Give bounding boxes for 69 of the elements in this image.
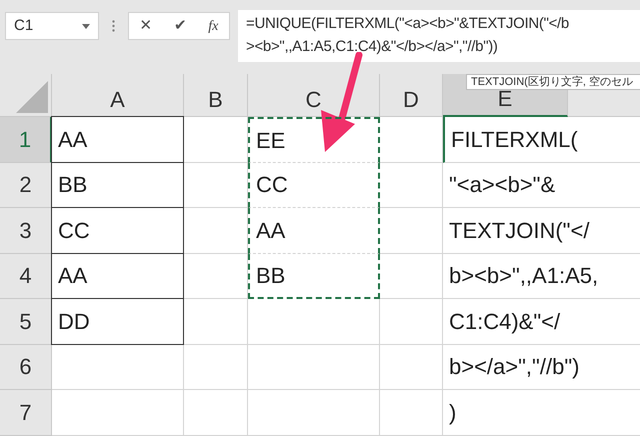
table-cell[interactable]: "<a><b>"&: [443, 162, 640, 208]
cell-text: CC: [58, 216, 90, 245]
cell-text: AA: [58, 126, 88, 154]
column-header[interactable]: C: [248, 74, 380, 117]
table-cell[interactable]: [380, 117, 443, 162]
table-cell[interactable]: [184, 299, 248, 344]
table-cell[interactable]: CC: [51, 207, 184, 254]
caret-icon: [82, 24, 90, 28]
formula-text-line: "<a><b>"&: [449, 171, 556, 200]
table-cell[interactable]: [380, 208, 443, 254]
formula-text-line: C1:C4)&"</: [449, 308, 560, 336]
formula-text-line: TEXTJOIN("</: [449, 216, 590, 245]
table-cell[interactable]: b><b>",,A1:A5,: [443, 254, 640, 299]
copied-cell[interactable]: BB: [248, 254, 380, 299]
table-cell[interactable]: C1:C4)&"</: [443, 299, 640, 344]
table-cell[interactable]: [184, 208, 248, 254]
table-cell[interactable]: [380, 299, 443, 344]
copied-cell[interactable]: CC: [248, 162, 380, 208]
row-header[interactable]: 5: [0, 299, 52, 344]
row-header[interactable]: 6: [0, 344, 52, 390]
formula-text-line: b></a>","//b"): [449, 353, 580, 382]
grip-icon: [112, 20, 115, 32]
name-box[interactable]: C1: [5, 12, 99, 40]
table-cell[interactable]: [380, 344, 443, 390]
table-cell[interactable]: TEXTJOIN("</: [443, 208, 640, 254]
column-header[interactable]: B: [184, 74, 248, 117]
table-cell[interactable]: FILTERXML(: [443, 117, 640, 162]
table-cell[interactable]: [248, 344, 380, 390]
table-cell[interactable]: [184, 162, 248, 208]
row-header[interactable]: 1: [0, 117, 52, 162]
table-cell[interactable]: [248, 299, 380, 344]
formula-text-line: ): [449, 398, 456, 427]
cell-text: BB: [58, 171, 88, 200]
cell-reference: C1: [14, 16, 34, 36]
table-cell[interactable]: BB: [51, 162, 184, 208]
row-header[interactable]: 2: [0, 162, 52, 208]
table-cell[interactable]: [52, 390, 184, 436]
table-cell[interactable]: [184, 344, 248, 390]
table-cell[interactable]: [184, 254, 248, 299]
table-cell[interactable]: [248, 390, 380, 436]
table-cell[interactable]: [380, 254, 443, 299]
formula-text-line: FILTERXML(: [451, 126, 578, 154]
table-cell[interactable]: ): [443, 390, 640, 436]
table-cell[interactable]: [52, 344, 184, 390]
cell-text: DD: [58, 308, 90, 336]
formula-text-line: b><b>",,A1:A5,: [449, 262, 598, 290]
enter-button[interactable]: ✔: [170, 14, 191, 38]
column-header[interactable]: A: [52, 74, 184, 117]
row-header[interactable]: 7: [0, 390, 52, 436]
formula-text: =UNIQUE(FILTERXML("<a><b>"&TEXTJOIN("</b><b>",,A1:A5,C1:C4)&"</b></a>","//b")): [246, 14, 570, 57]
table-cell[interactable]: [184, 117, 248, 162]
column-header[interactable]: D: [380, 74, 443, 117]
triangle-icon: [16, 81, 48, 113]
function-button[interactable]: fx: [204, 16, 222, 36]
copied-cell[interactable]: AA: [248, 208, 380, 254]
row-header[interactable]: 4: [0, 254, 52, 299]
cell-text: AA: [58, 262, 88, 290]
table-cell[interactable]: [380, 390, 443, 436]
table-cell[interactable]: b></a>","//b"): [443, 344, 640, 390]
cancel-button[interactable]: ✕: [136, 14, 157, 38]
row-header[interactable]: 3: [0, 208, 52, 254]
table-cell[interactable]: AA: [51, 116, 184, 162]
table-cell[interactable]: DD: [51, 298, 184, 344]
table-cell[interactable]: [380, 162, 443, 208]
table-cell[interactable]: [184, 390, 248, 436]
formula-bar[interactable]: =UNIQUE(FILTERXML("<a><b>"&TEXTJOIN("</b><b>",,A1:A5,C1:C4)&"</b></a>","//b")): [238, 10, 640, 62]
tooltip: TEXTJOIN(区切り文字, 空のセル: [466, 74, 640, 90]
select-all-button[interactable]: [0, 74, 52, 117]
table-cell[interactable]: AA: [51, 252, 184, 299]
